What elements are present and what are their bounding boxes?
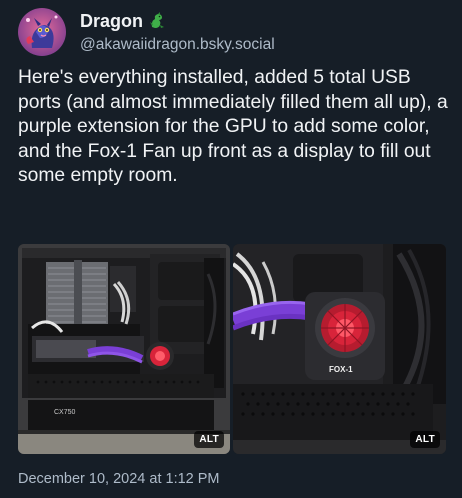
author-row: Dragon @akawaiidragon.bsky.social xyxy=(18,8,448,56)
alt-badge-right[interactable]: ALT xyxy=(410,431,440,448)
author-handle[interactable]: @akawaiidragon.bsky.social xyxy=(80,36,275,54)
name-line: Dragon xyxy=(80,10,165,32)
alt-badge-left[interactable]: ALT xyxy=(194,431,224,448)
image-gallery: CX750 ALT FOX-1 ALT xyxy=(18,244,446,454)
post-timestamp[interactable]: December 10, 2024 at 1:12 PM xyxy=(18,471,220,487)
avatar[interactable] xyxy=(18,8,66,56)
fox-1-label: FOX-1 xyxy=(329,365,353,374)
fox-1-fan-photo: FOX-1 xyxy=(233,244,446,454)
post-text: Here's everything installed, added 5 tot… xyxy=(18,67,448,187)
post-detail: Dragon @akawaiidragon.bsky.social Here's… xyxy=(0,0,462,498)
psu-label: CX750 xyxy=(54,409,76,416)
post-image-right[interactable]: FOX-1 ALT xyxy=(233,244,446,454)
post-image-left[interactable]: CX750 ALT xyxy=(18,244,230,454)
pc-interior-photo: CX750 xyxy=(18,244,230,454)
display-name[interactable]: Dragon xyxy=(80,11,143,32)
dragon-emoji-icon xyxy=(149,12,165,30)
avatar-image xyxy=(18,8,66,56)
